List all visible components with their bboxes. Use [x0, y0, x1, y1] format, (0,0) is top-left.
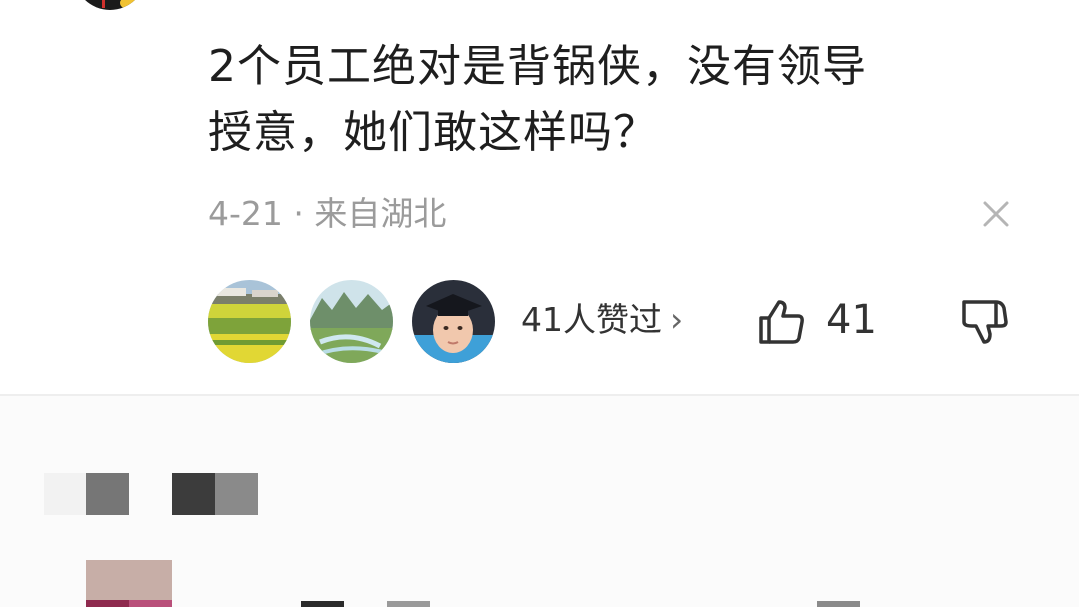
likes-summary[interactable]: 41人赞过 ›: [521, 298, 683, 342]
chevron-right-icon: ›: [670, 300, 684, 339]
thumbs-down-icon[interactable]: [958, 296, 1010, 348]
mosaic-block: [129, 600, 172, 607]
comment-text: 2个员工绝对是背锅侠，没有领导 授意，她们敢这样吗？: [208, 34, 1028, 166]
close-icon[interactable]: [980, 198, 1012, 230]
mosaic-block: [817, 601, 860, 607]
commenter-avatar[interactable]: [74, 0, 146, 10]
mosaic-block: [44, 473, 86, 515]
thumbs-up-icon[interactable]: [755, 296, 807, 348]
avatar-badge: [120, 0, 142, 8]
mosaic-block: [172, 473, 215, 515]
mosaic-block: [387, 601, 430, 607]
comment-meta: 4-21 · 来自湖北: [208, 194, 447, 233]
likes-summary-label: 41人赞过: [521, 300, 662, 339]
mosaic-block: [86, 600, 129, 607]
mosaic-block: [301, 601, 344, 607]
avatar-mark: [102, 0, 105, 8]
liker-avatar-3[interactable]: [412, 280, 495, 363]
mosaic-block: [215, 473, 258, 515]
comment-line-1: 2个员工绝对是背锅侠，没有领导: [208, 41, 867, 92]
liker-avatar-2[interactable]: [310, 280, 393, 363]
mosaic-block: [86, 473, 129, 515]
comment-line-2: 授意，她们敢这样吗？: [208, 107, 658, 158]
like-count: 41: [826, 297, 877, 343]
liker-avatar-1[interactable]: [208, 280, 291, 363]
